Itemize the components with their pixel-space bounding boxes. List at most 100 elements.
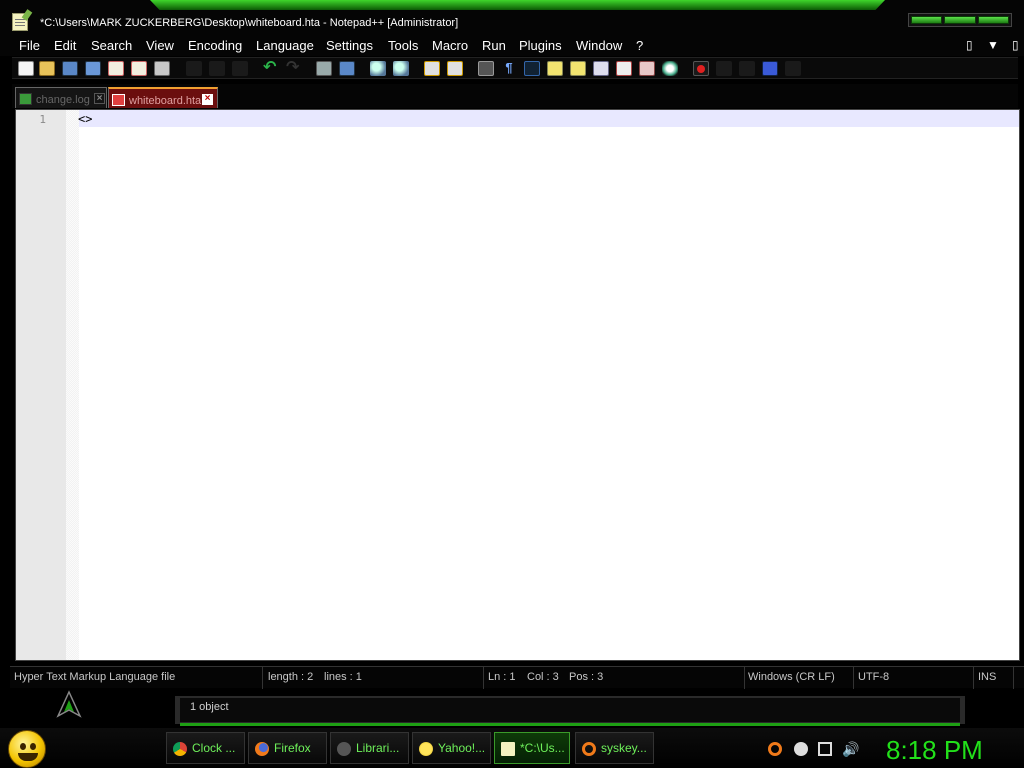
smiley-mouth-icon xyxy=(18,753,38,761)
search-icon xyxy=(582,742,596,756)
smiley-eye-icon xyxy=(30,743,36,750)
cut-icon[interactable] xyxy=(186,61,202,76)
menu-view[interactable]: View xyxy=(146,38,174,53)
firefox-icon xyxy=(255,742,269,756)
zoom-out-icon[interactable] xyxy=(393,61,409,76)
close-doc-icon[interactable]: ▯ xyxy=(1012,38,1019,52)
title-bar[interactable]: *C:\Users\MARK ZUCKERBERG\Desktop\whiteb… xyxy=(0,0,1024,36)
menu-window[interactable]: Window xyxy=(576,38,622,53)
network-icon[interactable] xyxy=(818,742,832,756)
menu-search[interactable]: Search xyxy=(91,38,132,53)
system-clock[interactable]: 8:18 PM xyxy=(886,735,983,766)
code-line[interactable]: <> xyxy=(78,112,92,126)
menu-macro[interactable]: Macro xyxy=(432,38,468,53)
new-file-icon[interactable] xyxy=(18,61,34,76)
tab-label: whiteboard.hta xyxy=(129,95,202,107)
sync-vertical-icon[interactable] xyxy=(424,61,440,76)
menu-run[interactable]: Run xyxy=(482,38,506,53)
taskbar-button-firefox[interactable]: Firefox xyxy=(248,732,327,764)
toolbar: ↶ ↷ ¶ xyxy=(12,57,1018,79)
tab-change-log[interactable]: change.log × xyxy=(15,87,107,108)
status-eol[interactable]: Windows (CR LF) xyxy=(744,667,854,689)
tab-close-icon[interactable]: × xyxy=(94,93,105,104)
paste-icon[interactable] xyxy=(232,61,248,76)
indent-guide-icon[interactable] xyxy=(524,61,540,76)
restore-doc-icon[interactable]: ▯ xyxy=(966,38,973,52)
taskbar-button-clock[interactable]: Clock ... xyxy=(166,732,245,764)
taskbar-button-syskey[interactable]: syskey... xyxy=(575,732,654,764)
close-all-icon[interactable] xyxy=(131,61,147,76)
close-icon[interactable] xyxy=(108,61,124,76)
save-macro-icon[interactable] xyxy=(785,61,801,76)
search-tray-icon[interactable] xyxy=(768,742,782,756)
taskbar-label: Yahoo!... xyxy=(438,741,486,755)
taskbar-button-notepadpp[interactable]: *C:\Us... xyxy=(494,732,570,764)
monitoring-icon[interactable] xyxy=(639,61,655,76)
current-line-highlight xyxy=(79,110,1019,127)
explorer-status-frame: 1 object xyxy=(175,696,965,726)
word-wrap-icon[interactable] xyxy=(478,61,494,76)
folder-workspace-icon[interactable] xyxy=(616,61,632,76)
menu-language[interactable]: Language xyxy=(256,38,314,53)
window-title: *C:\Users\MARK ZUCKERBERG\Desktop\whiteb… xyxy=(40,17,459,29)
taskbar: Clock ... Firefox Librari... Yahoo!... *… xyxy=(0,728,1024,768)
notepadpp-icon xyxy=(501,742,515,756)
menu-help[interactable]: ? xyxy=(636,38,643,53)
show-all-chars-icon[interactable]: ¶ xyxy=(501,61,517,76)
start-button[interactable] xyxy=(8,730,46,768)
redo-icon[interactable]: ↷ xyxy=(286,60,302,76)
undo-icon[interactable]: ↶ xyxy=(263,60,279,76)
status-ln: Ln : 1 xyxy=(488,671,516,683)
replace-icon[interactable] xyxy=(339,61,355,76)
editor-area[interactable]: 1 <> xyxy=(15,109,1020,661)
status-pos: Pos : 3 xyxy=(565,667,745,689)
maximize-button[interactable] xyxy=(944,16,976,24)
find-icon[interactable] xyxy=(316,61,332,76)
menu-tools[interactable]: Tools xyxy=(388,38,418,53)
menu-edit[interactable]: Edit xyxy=(54,38,76,53)
copy-icon[interactable] xyxy=(209,61,225,76)
taskbar-button-yahoo[interactable]: Yahoo!... xyxy=(412,732,491,764)
unsaved-file-icon xyxy=(112,94,125,106)
status-encoding[interactable]: UTF-8 xyxy=(854,667,974,689)
tab-label: change.log xyxy=(36,94,90,106)
doc-list-dropdown-icon[interactable]: ▼ xyxy=(987,38,999,52)
window-controls xyxy=(908,13,1012,27)
arrow-logo-icon xyxy=(56,690,82,718)
taskbar-label: Firefox xyxy=(274,741,311,755)
minimize-button[interactable] xyxy=(911,16,943,24)
play-macro-icon[interactable] xyxy=(739,61,755,76)
open-file-icon[interactable] xyxy=(39,61,55,76)
volume-icon[interactable]: 🔊 xyxy=(842,742,859,756)
taskbar-label: Librari... xyxy=(356,741,400,755)
yahoo-messenger-icon xyxy=(419,742,433,756)
tab-close-icon[interactable]: × xyxy=(202,94,213,105)
function-list-icon[interactable] xyxy=(593,61,609,76)
notepadpp-app-icon[interactable] xyxy=(12,13,28,31)
close-button[interactable] xyxy=(977,16,1009,24)
menu-file[interactable]: File xyxy=(19,38,40,53)
sync-horizontal-icon[interactable] xyxy=(447,61,463,76)
menu-settings[interactable]: Settings xyxy=(326,38,373,53)
tab-whiteboard-hta[interactable]: whiteboard.hta × xyxy=(108,87,218,108)
status-tray-icon[interactable] xyxy=(794,742,808,756)
fold-margin[interactable] xyxy=(66,110,79,660)
object-count: 1 object xyxy=(190,701,229,713)
save-icon[interactable] xyxy=(62,61,78,76)
status-lines: lines : 1 xyxy=(320,667,484,689)
run-macro-multiple-icon[interactable] xyxy=(762,61,778,76)
record-macro-icon[interactable] xyxy=(693,61,709,76)
menu-encoding[interactable]: Encoding xyxy=(188,38,242,53)
zoom-in-icon[interactable] xyxy=(370,61,386,76)
status-bar: Hyper Text Markup Language file length :… xyxy=(10,666,1024,689)
save-all-icon[interactable] xyxy=(85,61,101,76)
status-length: length : 2 xyxy=(268,671,314,683)
menu-plugins[interactable]: Plugins xyxy=(519,38,562,53)
lang-define-icon[interactable] xyxy=(547,61,563,76)
taskbar-label: Clock ... xyxy=(192,741,236,755)
print-icon[interactable] xyxy=(154,61,170,76)
stop-macro-icon[interactable] xyxy=(716,61,732,76)
taskbar-button-libraries[interactable]: Librari... xyxy=(330,732,409,764)
doc-map-icon[interactable] xyxy=(570,61,586,76)
eye-icon[interactable] xyxy=(662,61,678,76)
